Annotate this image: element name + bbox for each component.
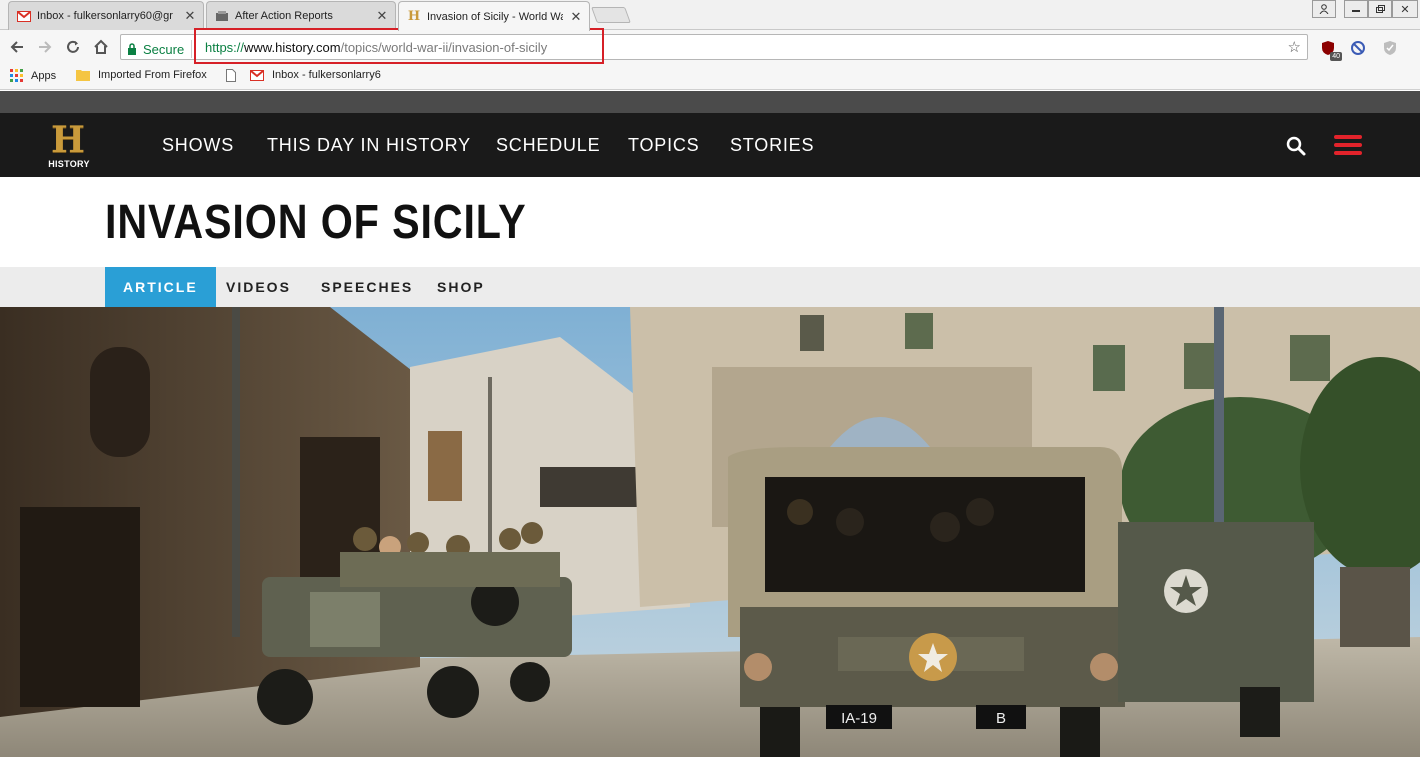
close-tab-icon[interactable]: ✕ (569, 9, 583, 24)
back-arrow-icon[interactable] (6, 36, 28, 58)
tab-shop[interactable]: SHOP (437, 267, 485, 307)
bookmark-star-icon[interactable]: ☆ (1288, 38, 1301, 56)
bookmark-imported-from-firefox[interactable]: Imported From Firefox (76, 69, 207, 81)
nav-shows[interactable]: SHOWS (162, 135, 234, 156)
profile-icon[interactable] (1312, 0, 1336, 18)
front-plate-text: IA-19 (841, 710, 877, 727)
extension-badge: 40 (1330, 52, 1342, 61)
bookmark-apps[interactable]: Apps (10, 69, 56, 82)
forward-arrow-icon[interactable] (34, 36, 56, 58)
close-tab-icon[interactable]: ✕ (375, 9, 389, 23)
tab-videos[interactable]: VIDEOS (226, 267, 291, 307)
nav-stories[interactable]: STORIES (730, 135, 814, 156)
secure-label: Secure (143, 41, 185, 57)
url-highlight-box (194, 28, 604, 64)
bookmark-label: Imported From Firefox (98, 69, 207, 81)
ublock-extension-icon[interactable]: 40 (1318, 38, 1342, 61)
bookmark-label: Apps (31, 69, 57, 82)
secure-indicator[interactable]: Secure (127, 40, 193, 58)
folder-icon (76, 69, 90, 81)
hamburger-menu-icon[interactable] (1334, 135, 1362, 155)
history-h-icon: H (51, 119, 86, 161)
history-logo[interactable]: H HISTORY (44, 121, 94, 171)
history-h-icon: H (407, 9, 421, 24)
close-tab-icon[interactable]: ✕ (183, 9, 197, 23)
gmail-icon (17, 9, 31, 23)
nav-topics[interactable]: TOPICS (628, 135, 699, 156)
shield-extension-icon[interactable] (1380, 38, 1400, 58)
gmail-icon (250, 69, 264, 81)
tab-speeches[interactable]: SPEECHES (321, 267, 413, 307)
minimize-icon[interactable] (1344, 0, 1368, 18)
apps-grid-icon (10, 69, 23, 82)
tab-article[interactable]: ARTICLE (105, 267, 216, 307)
lock-icon (128, 43, 136, 55)
tab-title: After Action Reports (235, 10, 333, 22)
site-icon (215, 9, 229, 23)
new-tab-button[interactable] (591, 7, 631, 23)
tab-title: Invasion of Sicily - World Wa (427, 10, 563, 23)
side-plate-text: B (996, 710, 1006, 727)
window-close-icon[interactable]: ✕ (1392, 0, 1418, 18)
topic-subnav: ARTICLE VIDEOS SPEECHES SHOP (0, 267, 1420, 307)
page-title: INVASION OF SICILY (105, 196, 527, 249)
search-icon[interactable] (1285, 135, 1307, 157)
hero-image: IA-19 B (0, 307, 1420, 757)
browser-tab-strip: Inbox - fulkersonlarry60@gr ✕ After Acti… (0, 0, 1420, 31)
bookmarks-bar: Apps Imported From Firefox Inbox - fulke… (0, 64, 1420, 90)
site-header: H HISTORY SHOWS THIS DAY IN HISTORY SCHE… (0, 113, 1420, 177)
tab-after-action-reports[interactable]: After Action Reports ✕ (206, 1, 396, 30)
tab-invasion-of-sicily[interactable]: H Invasion of Sicily - World Wa ✕ (398, 1, 590, 31)
bookmark-label: Inbox - fulkersonlarry6 (272, 69, 381, 81)
bookmark-page[interactable] (226, 69, 244, 82)
tab-title: Inbox - fulkersonlarry60@gr (37, 10, 173, 22)
reload-icon[interactable] (62, 36, 84, 58)
page-title-area: INVASION OF SICILY (0, 177, 1420, 267)
block-extension-icon[interactable] (1348, 38, 1368, 58)
restore-icon[interactable] (1368, 0, 1392, 18)
tab-gmail-inbox[interactable]: Inbox - fulkersonlarry60@gr ✕ (8, 1, 204, 30)
bookmark-gmail-inbox[interactable]: Inbox - fulkersonlarry6 (250, 69, 381, 81)
logo-wordmark: HISTORY (48, 159, 90, 169)
site-top-strip (0, 91, 1420, 113)
home-icon[interactable] (90, 36, 112, 58)
page-icon (226, 69, 236, 82)
nav-this-day-in-history[interactable]: THIS DAY IN HISTORY (267, 135, 471, 156)
nav-schedule[interactable]: SCHEDULE (496, 135, 600, 156)
